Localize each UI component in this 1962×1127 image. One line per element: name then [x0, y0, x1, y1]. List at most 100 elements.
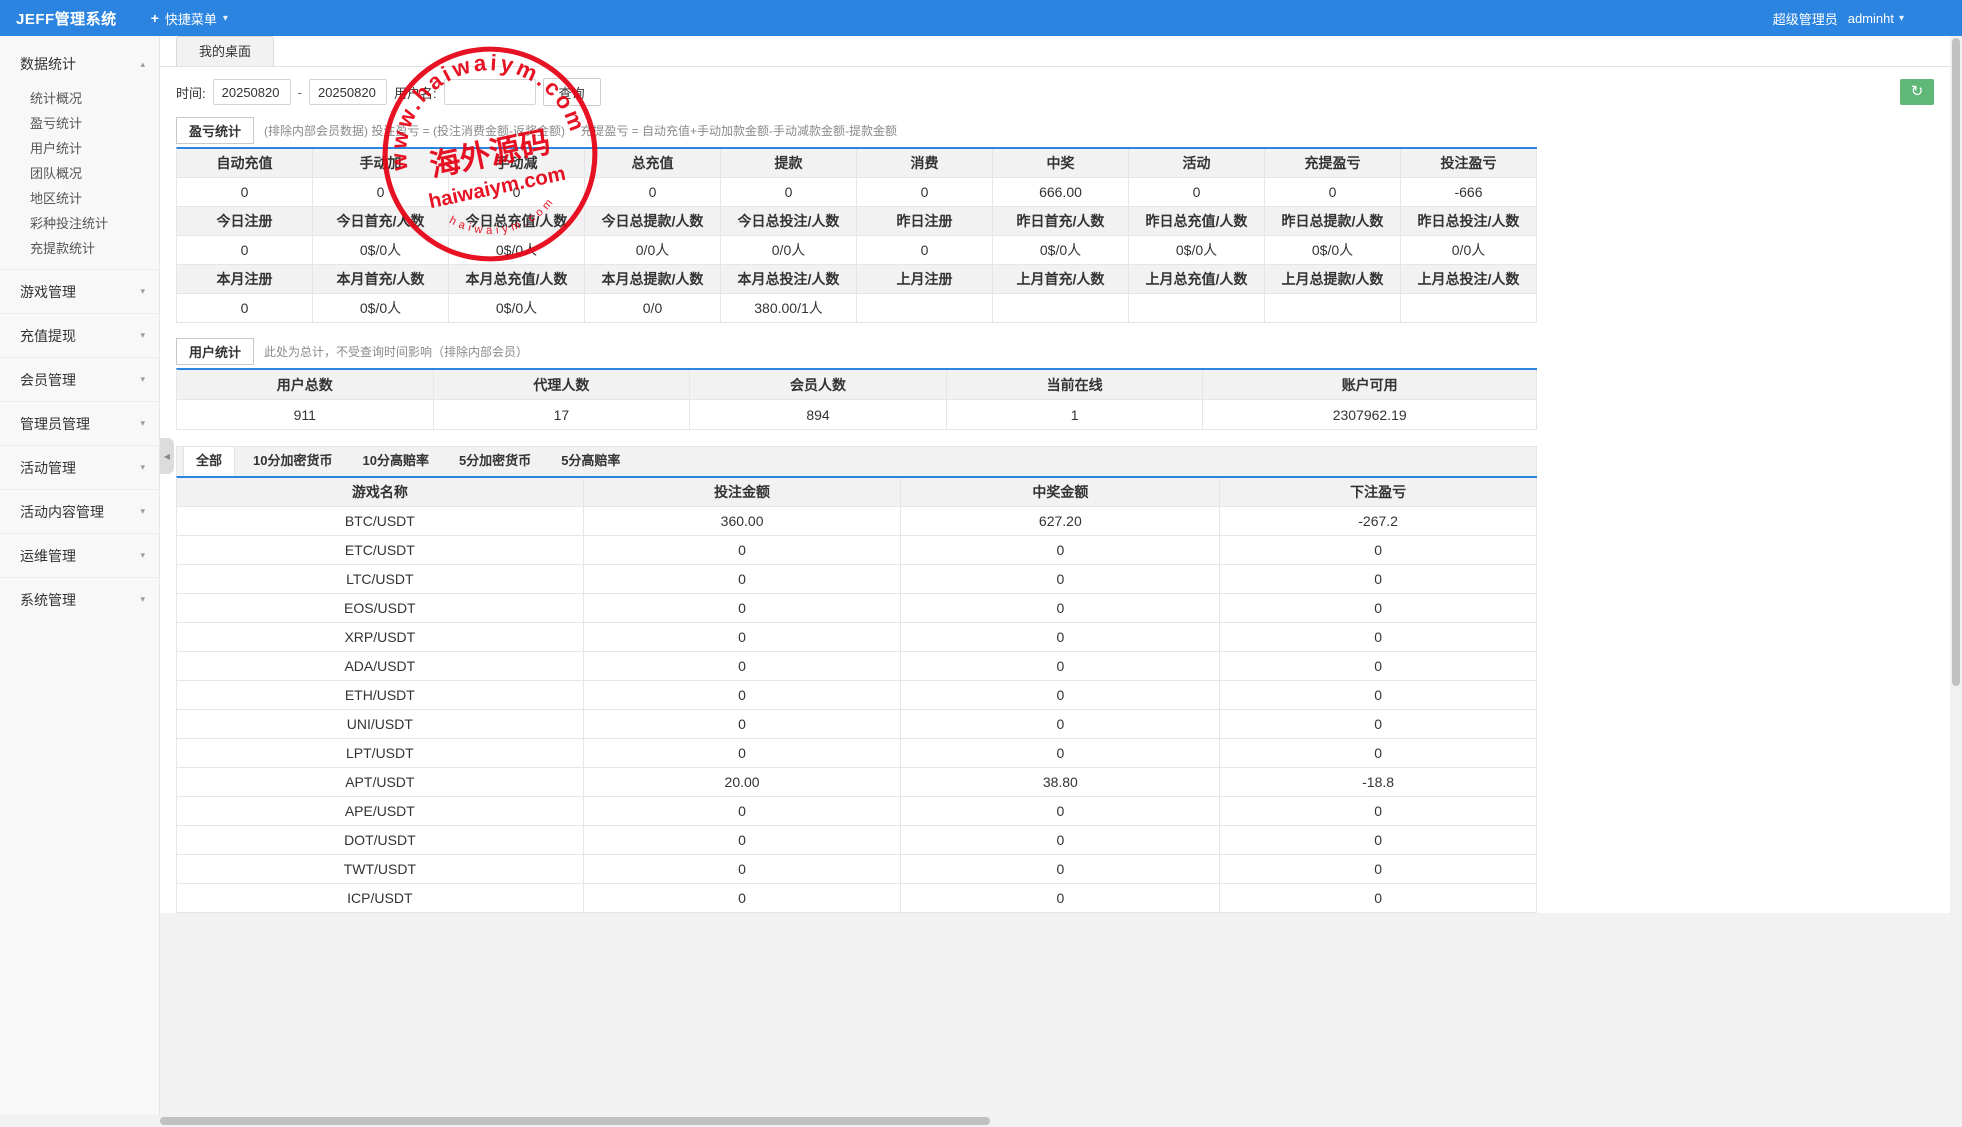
game-profit-loss-cell: 0 — [1220, 623, 1537, 652]
game-name-cell: ADA/USDT — [177, 652, 584, 681]
chevron-down-icon: ▾ — [140, 286, 145, 297]
profit-value-cell: 0$/0人 — [313, 294, 449, 323]
horizontal-scrollbar-thumb[interactable] — [160, 1117, 990, 1125]
game-name-cell: UNI/USDT — [177, 710, 584, 739]
sidebar-item-lottery-bet-stats[interactable]: 彩种投注统计 — [0, 211, 159, 236]
game-win-amount-cell: 0 — [901, 536, 1220, 565]
game-tab[interactable]: 全部 — [183, 447, 235, 476]
profit-header-cell: 上月总提款/人数 — [1265, 265, 1401, 294]
search-button[interactable]: 查询 — [543, 78, 601, 106]
game-header-cell: 下注盈亏 — [1220, 478, 1537, 507]
profit-value-cell — [857, 294, 993, 323]
profit-value-cell: 0 — [857, 236, 993, 265]
tab-my-desktop[interactable]: 我的桌面 — [176, 36, 274, 66]
profit-header-cell: 昨日总投注/人数 — [1401, 207, 1537, 236]
sidebar-item-team-overview[interactable]: 团队概况 — [0, 161, 159, 186]
game-win-amount-cell: 0 — [901, 623, 1220, 652]
game-name-cell: BTC/USDT — [177, 507, 584, 536]
user-stats-header-cell: 账户可用 — [1203, 370, 1537, 400]
profit-section-note: (排除内部会员数据) 投注盈亏 = (投注消费金额-返奖金额) 充提盈亏 = 自… — [264, 122, 897, 139]
sidebar-item-user-stats[interactable]: 用户统计 — [0, 136, 159, 161]
profit-value-cell: 0/0人 — [585, 236, 721, 265]
game-tab[interactable]: 10分加密货币 — [241, 447, 344, 476]
profit-header-cell: 今日总充值/人数 — [449, 207, 585, 236]
game-bet-amount-cell: 0 — [584, 536, 902, 565]
user-stats-header-cell: 代理人数 — [434, 370, 691, 400]
game-header-cell: 投注金额 — [584, 478, 902, 507]
profit-value-cell: 0$/0人 — [993, 236, 1129, 265]
sidebar-item-stats-overview[interactable]: 统计概况 — [0, 86, 159, 111]
profit-header-cell: 消费 — [857, 149, 993, 178]
horizontal-scrollbar — [0, 1115, 1950, 1127]
refresh-button[interactable]: ↻ — [1900, 79, 1934, 105]
profit-header-cell: 今日首充/人数 — [313, 207, 449, 236]
game-win-amount-cell: 0 — [901, 652, 1220, 681]
profit-value-cell — [993, 294, 1129, 323]
user-section-note: 此处为总计，不受查询时间影响（排除内部会员） — [264, 343, 528, 360]
app-title: JEFF管理系统 — [0, 8, 117, 29]
sidebar-group-label: 系统管理 — [20, 590, 76, 610]
profit-header-cell: 昨日注册 — [857, 207, 993, 236]
game-bet-amount-cell: 360.00 — [584, 507, 902, 536]
profit-value-cell: 0 — [177, 178, 313, 207]
vertical-scrollbar-thumb[interactable] — [1952, 38, 1960, 686]
profit-header-cell: 昨日首充/人数 — [993, 207, 1129, 236]
profit-header-cell: 上月注册 — [857, 265, 993, 294]
username-input[interactable] — [444, 79, 536, 105]
sidebar-group-label: 充值提现 — [20, 326, 76, 346]
game-profit-loss-cell: 0 — [1220, 652, 1537, 681]
profit-header-cell: 充提盈亏 — [1265, 149, 1401, 178]
profit-header-cell: 总充值 — [585, 149, 721, 178]
chevron-up-icon: ▴ — [140, 59, 145, 70]
game-win-amount-cell: 0 — [901, 855, 1220, 884]
user-stats-header-cell: 用户总数 — [177, 370, 434, 400]
sidebar-group-ops-management[interactable]: 运维管理 ▾ — [0, 533, 159, 577]
profit-header-cell: 上月总投注/人数 — [1401, 265, 1537, 294]
game-name-cell: LTC/USDT — [177, 565, 584, 594]
sidebar-group-game-management[interactable]: 游戏管理 ▾ — [0, 269, 159, 313]
game-win-amount-cell: 627.20 — [901, 507, 1220, 536]
profit-header-cell: 活动 — [1129, 149, 1265, 178]
chevron-down-icon: ▾ — [140, 418, 145, 429]
main-area: 我的桌面 时间: - 用户名: 查询 ↻ 盈亏统计 (排除内部会员数据) 投注盈… — [160, 36, 1950, 1115]
profit-header-cell: 中奖 — [993, 149, 1129, 178]
quick-menu-button[interactable]: + 快捷菜单 ▾ — [151, 9, 228, 28]
sidebar-group-label: 活动内容管理 — [20, 502, 104, 522]
sidebar-item-deposit-withdraw-stats[interactable]: 充提款统计 — [0, 236, 159, 261]
sidebar-group-system-management[interactable]: 系统管理 ▾ — [0, 577, 159, 621]
profit-value-cell: 0$/0人 — [449, 294, 585, 323]
profit-value-cell: 0 — [857, 178, 993, 207]
profit-value-cell: 0 — [449, 178, 585, 207]
profit-section-head: 盈亏统计 (排除内部会员数据) 投注盈亏 = (投注消费金额-返奖金额) 充提盈… — [176, 118, 1934, 142]
profit-value-cell — [1129, 294, 1265, 323]
sidebar-item-profit-loss-stats[interactable]: 盈亏统计 — [0, 111, 159, 136]
sidebar-group-data-statistics[interactable]: 数据统计 ▴ — [0, 42, 159, 86]
game-tab[interactable]: 10分高赔率 — [350, 447, 440, 476]
date-from-input[interactable] — [213, 79, 291, 105]
game-tab[interactable]: 5分加密货币 — [447, 447, 543, 476]
game-profit-loss-cell: 0 — [1220, 710, 1537, 739]
game-bet-amount-cell: 0 — [584, 710, 902, 739]
date-to-input[interactable] — [309, 79, 387, 105]
user-stats-header-cell: 当前在线 — [947, 370, 1204, 400]
sidebar-group-activity-content-management[interactable]: 活动内容管理 ▾ — [0, 489, 159, 533]
filter-bar: 时间: - 用户名: 查询 ↻ — [176, 67, 1934, 107]
chevron-down-icon: ▾ — [140, 330, 145, 341]
chevron-down-icon: ▾ — [140, 550, 145, 561]
user-menu[interactable]: adminht ▾ — [1848, 11, 1904, 26]
sidebar-group-admin-management[interactable]: 管理员管理 ▾ — [0, 401, 159, 445]
sidebar-group-activity-management[interactable]: 活动管理 ▾ — [0, 445, 159, 489]
game-profit-loss-cell: 0 — [1220, 855, 1537, 884]
sidebar-item-region-stats[interactable]: 地区统计 — [0, 186, 159, 211]
profit-value-cell: 0 — [585, 178, 721, 207]
game-tab[interactable]: 5分高赔率 — [549, 447, 632, 476]
sidebar-group-member-management[interactable]: 会员管理 ▾ — [0, 357, 159, 401]
sidebar-collapse-handle[interactable]: ◀ — [160, 438, 174, 474]
sidebar-group-recharge-withdraw[interactable]: 充值提现 ▾ — [0, 313, 159, 357]
sidebar-group-label: 管理员管理 — [20, 414, 90, 434]
game-profit-loss-cell: 0 — [1220, 884, 1537, 913]
profit-header-cell: 手动加 — [313, 149, 449, 178]
game-filter-tabs: 全部 10分加密货币 10分高赔率 5分加密货币 5分高赔率 — [176, 446, 1537, 476]
chevron-down-icon: ▾ — [140, 462, 145, 473]
date-range-separator: - — [298, 85, 302, 100]
